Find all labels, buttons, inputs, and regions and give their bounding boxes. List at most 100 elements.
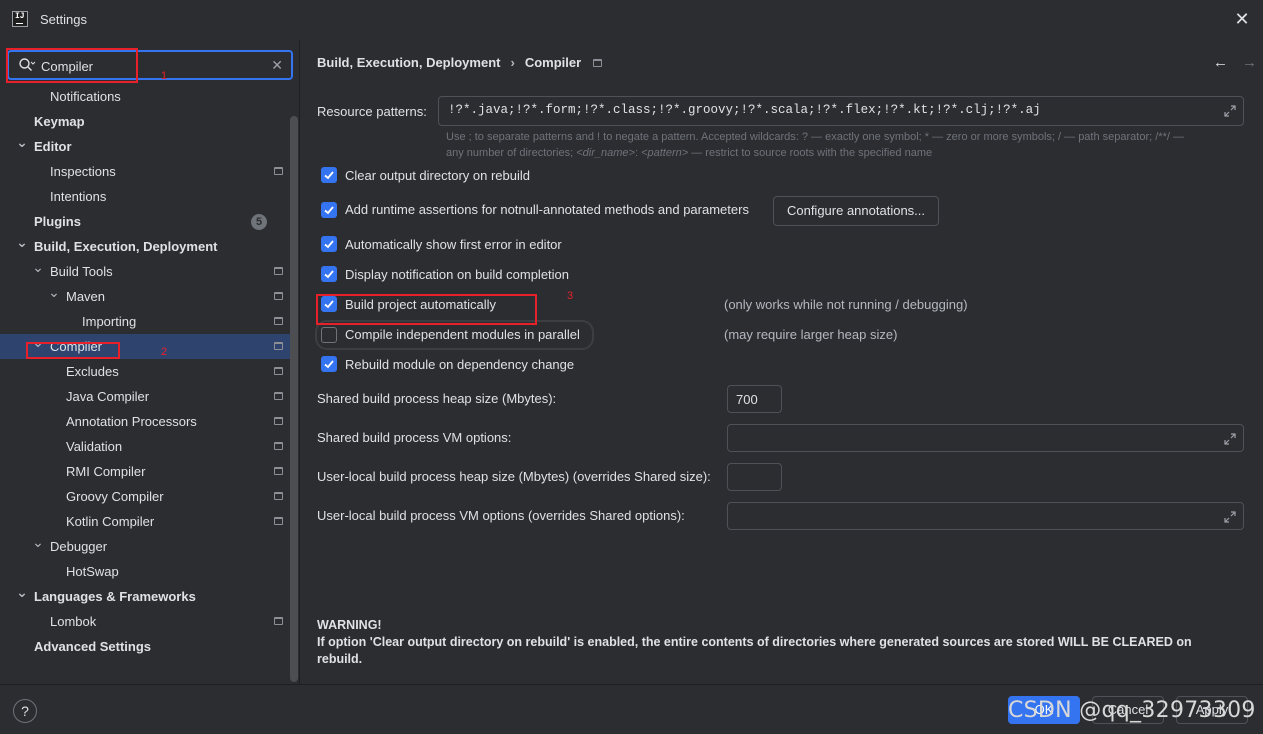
hint-line-1: Use ; to separate patterns and ! to nega…	[446, 131, 1184, 143]
show-first-error-label[interactable]: Automatically show first error in editor	[345, 237, 562, 252]
sidebar-item-lombok[interactable]: Lombok	[0, 609, 290, 634]
sidebar-item-label: Lombok	[50, 614, 97, 629]
build-automatically-note: (only works while not running / debuggin…	[724, 297, 968, 312]
project-settings-icon	[274, 267, 283, 275]
back-arrow-icon[interactable]: ←	[1213, 54, 1228, 71]
sidebar-item-rmi-compiler[interactable]: RMI Compiler	[0, 459, 290, 484]
sidebar-item-debugger[interactable]: ⌄ Debugger	[0, 534, 290, 559]
checkmark-icon	[324, 240, 334, 249]
chevron-down-icon[interactable]: ⌄	[16, 585, 28, 599]
project-settings-icon	[274, 617, 283, 625]
forward-arrow-icon[interactable]: →	[1242, 54, 1257, 71]
checkmark-icon	[324, 360, 334, 369]
user-vm-field[interactable]	[727, 502, 1244, 530]
sidebar-item-label: Build, Execution, Deployment	[34, 239, 218, 254]
heap-size-field[interactable]: 700	[727, 385, 782, 413]
sidebar-item-editor[interactable]: ⌄ Editor	[0, 134, 290, 159]
chevron-down-icon[interactable]: ⌄	[32, 260, 44, 274]
sidebar-item-advanced-settings[interactable]: Advanced Settings	[0, 634, 290, 659]
sidebar-item-inspections[interactable]: Inspections	[0, 159, 290, 184]
project-settings-icon	[274, 417, 283, 425]
configure-annotations-button[interactable]: Configure annotations...	[773, 196, 939, 226]
rebuild-dependency-label[interactable]: Rebuild module on dependency change	[345, 357, 574, 372]
runtime-assertions-checkbox[interactable]	[321, 202, 337, 218]
project-settings-icon	[274, 167, 283, 175]
sidebar-item-hotswap[interactable]: HotSwap	[0, 559, 290, 584]
sidebar-item-label: Importing	[82, 314, 137, 329]
sidebar-item-excludes[interactable]: Excludes	[0, 359, 290, 384]
sidebar-item-java-compiler[interactable]: Java Compiler	[0, 384, 290, 409]
window-title: Settings	[40, 12, 87, 27]
breadcrumb-parent[interactable]: Build, Execution, Deployment	[317, 55, 500, 70]
breadcrumb: Build, Execution, Deployment › Compiler	[317, 55, 581, 70]
vm-options-label: Shared build process VM options:	[317, 430, 512, 445]
resource-patterns-hint: Use ; to separate patterns and ! to nega…	[446, 129, 1246, 161]
heap-size-label: Shared build process heap size (Mbytes):	[317, 391, 557, 406]
breadcrumb-current: Compiler	[524, 55, 582, 70]
navigation-arrows: ← →	[1213, 54, 1257, 71]
sidebar-item-kotlin-compiler[interactable]: Kotlin Compiler	[0, 509, 290, 534]
display-notification-label[interactable]: Display notification on build completion	[345, 267, 569, 282]
sidebar-item-build-tools[interactable]: ⌄ Build Tools	[0, 259, 290, 284]
sidebar-item-label: Annotation Processors	[66, 414, 197, 429]
clear-output-label[interactable]: Clear output directory on rebuild	[345, 168, 530, 183]
annotation-box-2	[26, 342, 120, 359]
expand-icon[interactable]	[1223, 104, 1237, 118]
dialog-footer: ? OK Cancel Apply CSDN @qq_32973309	[0, 684, 1263, 734]
compile-parallel-label[interactable]: Compile independent modules in parallel	[345, 327, 580, 342]
sidebar-scrollbar[interactable]	[290, 116, 298, 682]
sidebar-item-annotation-processors[interactable]: Annotation Processors	[0, 409, 290, 434]
sidebar-item-build-execution-deployment[interactable]: ⌄ Build, Execution, Deployment	[0, 234, 290, 259]
sidebar-item-label: Inspections	[50, 164, 116, 179]
sidebar-item-label: Plugins	[34, 214, 81, 229]
close-icon[interactable]: ✕	[1231, 8, 1253, 30]
project-settings-icon	[274, 392, 283, 400]
chevron-down-icon[interactable]: ⌄	[32, 535, 44, 549]
chevron-down-icon[interactable]: ⌄	[48, 285, 60, 299]
sidebar-item-maven[interactable]: ⌄ Maven	[0, 284, 290, 309]
sidebar-item-intentions[interactable]: Intentions	[0, 184, 290, 209]
expand-icon[interactable]	[1223, 510, 1237, 524]
sidebar-item-groovy-compiler[interactable]: Groovy Compiler	[0, 484, 290, 509]
runtime-assertions-label[interactable]: Add runtime assertions for notnull-annot…	[345, 202, 749, 217]
sidebar-item-label: RMI Compiler	[66, 464, 146, 479]
checkmark-icon	[324, 270, 334, 279]
expand-icon[interactable]	[1223, 432, 1237, 446]
chevron-down-icon[interactable]: ⌄	[16, 235, 28, 249]
sidebar-item-label: Advanced Settings	[34, 639, 152, 654]
user-heap-field[interactable]	[727, 463, 782, 491]
resource-patterns-field[interactable]: !?*.java;!?*.form;!?*.class;!?*.groovy;!…	[438, 96, 1244, 126]
intellij-logo-icon: IJ	[12, 11, 28, 27]
warning-text: WARNING! If option 'Clear output directo…	[317, 617, 1237, 668]
settings-main-panel: Build, Execution, Deployment › Compiler …	[301, 40, 1263, 684]
chevron-down-icon[interactable]: ⌄	[16, 135, 28, 149]
clear-search-icon[interactable]: ✕	[271, 56, 283, 74]
sidebar-item-plugins[interactable]: Plugins 5	[0, 209, 290, 234]
heap-size-value: 700	[736, 392, 758, 407]
title-bar: IJ Settings ✕	[0, 0, 1263, 40]
project-settings-icon	[274, 317, 283, 325]
project-settings-icon	[274, 292, 283, 300]
sidebar-item-label: Maven	[66, 289, 106, 304]
clear-output-checkbox[interactable]	[321, 167, 337, 183]
sidebar-item-label: Validation	[66, 439, 123, 454]
sidebar-item-label: Notifications	[50, 89, 121, 104]
annotation-box-1	[6, 48, 138, 83]
sidebar-item-notifications[interactable]: Notifications	[0, 84, 290, 109]
sidebar-item-keymap[interactable]: Keymap	[0, 109, 290, 134]
sidebar-item-languages-frameworks[interactable]: ⌄ Languages & Frameworks	[0, 584, 290, 609]
show-first-error-checkbox[interactable]	[321, 236, 337, 252]
warning-title: WARNING!	[317, 618, 382, 632]
sidebar-item-validation[interactable]: Validation	[0, 434, 290, 459]
compile-parallel-checkbox[interactable]	[321, 327, 337, 343]
compile-parallel-note: (may require larger heap size)	[724, 327, 898, 342]
rebuild-dependency-checkbox[interactable]	[321, 356, 337, 372]
sidebar-item-label: Editor	[34, 139, 72, 154]
sidebar-item-label: Excludes	[66, 364, 119, 379]
project-settings-icon	[274, 492, 283, 500]
vm-options-field[interactable]	[727, 424, 1244, 452]
user-heap-label: User-local build process heap size (Mbyt…	[317, 469, 711, 484]
sidebar-item-importing[interactable]: Importing	[0, 309, 290, 334]
display-notification-checkbox[interactable]	[321, 266, 337, 282]
help-icon[interactable]: ?	[13, 699, 37, 723]
